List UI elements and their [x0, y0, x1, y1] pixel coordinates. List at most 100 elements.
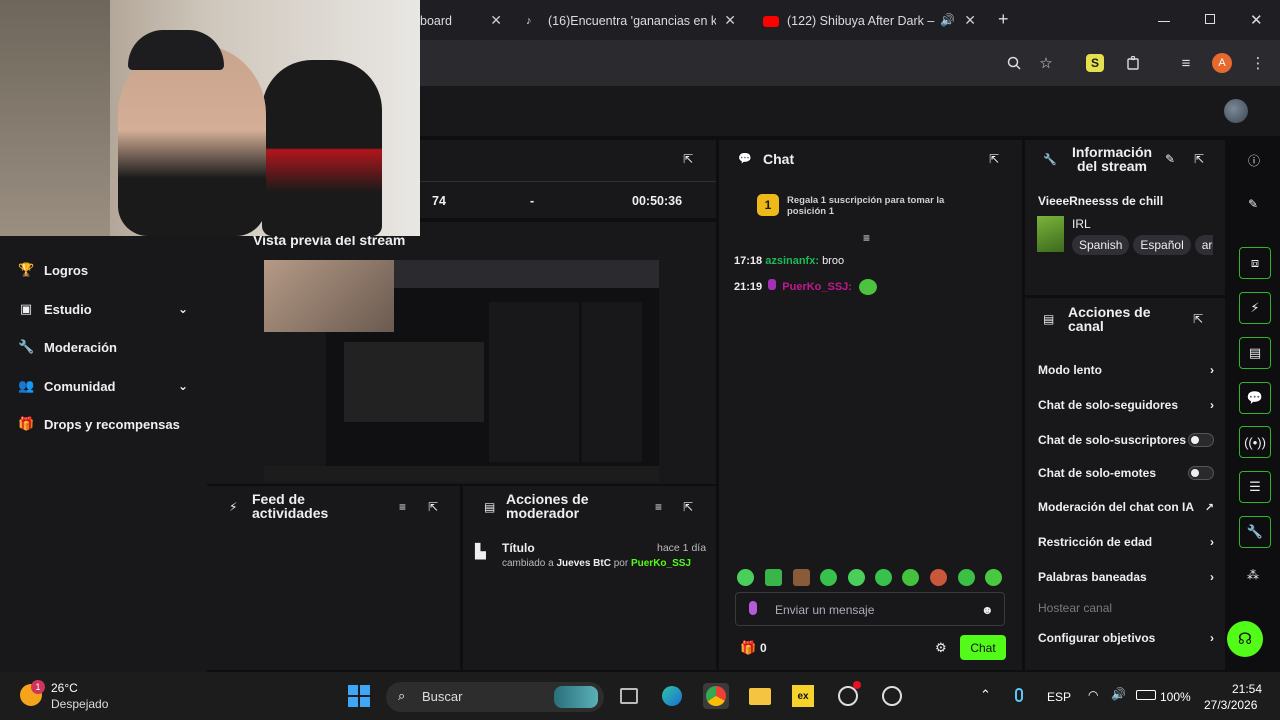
stream-info-title: Información del stream — [1071, 144, 1153, 174]
weather-text: Despejado — [51, 697, 109, 711]
mic-icon[interactable] — [749, 601, 757, 615]
rail-layout-button[interactable]: ☰ — [1239, 471, 1271, 503]
popout-icon[interactable]: ⇱ — [683, 500, 697, 514]
emote-icon[interactable] — [930, 569, 947, 586]
close-icon[interactable]: ✕ — [724, 12, 736, 29]
new-tab-button[interactable]: + — [998, 9, 1009, 30]
info-icon[interactable]: ⓘ — [1248, 152, 1260, 169]
file-explorer-icon[interactable] — [747, 683, 773, 709]
tag-chip[interactable]: Spanish — [1072, 235, 1130, 255]
windows-start-icon[interactable] — [346, 683, 372, 709]
gift-sub-text[interactable]: Regala 1 suscripción para tomar la posic… — [787, 195, 967, 217]
emote-icon[interactable] — [902, 569, 919, 586]
speaker-icon[interactable]: 🔊 — [940, 13, 955, 27]
emote-icon[interactable] — [848, 569, 865, 586]
close-icon[interactable]: ✕ — [490, 12, 502, 29]
support-button[interactable]: ☊ — [1227, 621, 1263, 657]
restore-icon[interactable] — [1205, 14, 1215, 24]
category-name[interactable]: IRL — [1072, 217, 1091, 231]
action-ai-moderation[interactable]: Moderación del chat con IA ↗ — [1038, 500, 1214, 514]
emote-icon[interactable] — [985, 569, 1002, 586]
rail-clipboard-button[interactable]: ▤ — [1239, 337, 1271, 369]
language-indicator[interactable]: ESP — [1047, 690, 1071, 704]
action-slow-mode[interactable]: Modo lento › — [1038, 363, 1214, 377]
puzzle-icon[interactable] — [1122, 52, 1144, 74]
close-window-icon[interactable]: ✕ — [1250, 11, 1263, 29]
profile-avatar[interactable]: A — [1212, 53, 1232, 73]
chat-send-button[interactable]: Chat — [960, 635, 1006, 660]
action-age-restriction[interactable]: Restricción de edad › — [1038, 535, 1214, 549]
pinned-chevron-icon[interactable]: ≡ — [863, 231, 870, 245]
edit-icon[interactable]: ✎ — [1165, 152, 1175, 166]
popout-icon[interactable]: ⇱ — [683, 152, 697, 166]
apps-icon[interactable]: ⁂ — [1247, 568, 1259, 582]
action-banned-words[interactable]: Palabras baneadas › — [1038, 570, 1214, 584]
sidebar-item-estudio[interactable]: ▣ Estudio ⌄ — [18, 301, 188, 317]
emote-icon[interactable] — [820, 569, 837, 586]
popout-icon[interactable]: ⇱ — [989, 152, 1003, 166]
filter-icon[interactable]: ≡ — [399, 500, 413, 514]
task-view-icon[interactable] — [616, 683, 642, 709]
category-thumbnail[interactable] — [1037, 216, 1064, 252]
exness-icon[interactable]: ex — [790, 683, 816, 709]
tag-chip[interactable]: arg — [1194, 235, 1213, 255]
tray-chevron-icon[interactable]: ⌃ — [980, 687, 991, 703]
zoom-icon[interactable] — [1003, 52, 1025, 74]
wifi-icon[interactable]: ◠ — [1088, 688, 1098, 702]
tab-youtube[interactable]: (122) Shibuya After Dark – l 🔊 ✕ — [758, 6, 990, 36]
sidebar-item-drops[interactable]: 🎁 Drops y recompensas — [18, 416, 208, 432]
tab-kick[interactable]: ♪ (16)Encuentra 'ganancias en kic ✕ — [520, 6, 750, 36]
rail-screen-button[interactable]: ⧈ — [1239, 247, 1271, 279]
tab-dashboard[interactable]: board ✕ — [420, 6, 510, 36]
emoji-icon[interactable]: ☻ — [981, 603, 994, 617]
rail-bolt-button[interactable]: ⚡ — [1239, 292, 1271, 324]
obs-icon[interactable] — [835, 681, 861, 709]
sidebar-item-moderacion[interactable]: 🔧 Moderación — [18, 339, 188, 355]
emote-icon[interactable] — [875, 569, 892, 586]
sidebar-item-comunidad[interactable]: 👥 Comunidad ⌄ — [18, 378, 188, 394]
rail-broadcast-button[interactable]: ((•)) — [1239, 426, 1271, 458]
sidebar-item-logros[interactable]: 🏆 Logros — [18, 262, 188, 278]
filter-icon[interactable]: ≡ — [655, 500, 669, 514]
clock-date[interactable]: 27/3/2026 — [1204, 698, 1257, 712]
rail-wrench-button[interactable]: 🔧 — [1239, 516, 1271, 548]
chat-username[interactable]: azsinanfx: — [765, 255, 819, 267]
subscribers-only-toggle[interactable] — [1188, 433, 1214, 447]
sidebar-item-label: Comunidad — [44, 378, 116, 394]
rail-chat-button[interactable]: 💬 — [1239, 382, 1271, 414]
minimize-icon[interactable] — [1158, 10, 1170, 22]
chevron-right-icon: › — [1210, 631, 1214, 645]
extension-icon[interactable]: S — [1086, 54, 1104, 72]
chat-input[interactable]: Enviar un mensaje — [775, 603, 874, 617]
edge-icon[interactable] — [659, 683, 685, 709]
chat-username[interactable]: PuerKo_SSJ: — [782, 281, 852, 293]
stream-preview-video[interactable] — [264, 260, 659, 482]
star-icon[interactable]: ☆ — [1035, 52, 1057, 74]
emote-icon[interactable] — [793, 569, 810, 586]
microphone-icon[interactable] — [1015, 688, 1023, 702]
tag-chip[interactable]: Español — [1133, 235, 1191, 255]
emote-icon[interactable] — [958, 569, 975, 586]
mod-entry-user[interactable]: PuerKo_SSJ — [631, 558, 691, 569]
battery-icon[interactable] — [1136, 690, 1156, 700]
popout-icon[interactable]: ⇱ — [1193, 312, 1207, 326]
volume-icon[interactable]: 🔊 — [1111, 687, 1126, 701]
taskbar-search[interactable]: ⌕ Buscar — [386, 682, 604, 712]
emotes-only-toggle[interactable] — [1188, 466, 1214, 480]
menu-icon[interactable]: ⋮ — [1247, 52, 1269, 74]
pencil-icon[interactable]: ✎ — [1248, 197, 1258, 211]
action-followers-only[interactable]: Chat de solo-seguidores › — [1038, 398, 1214, 412]
gear-icon[interactable]: ⚙ — [935, 640, 947, 656]
emote-icon[interactable] — [765, 569, 782, 586]
close-icon[interactable]: ✕ — [964, 12, 976, 29]
action-goals[interactable]: Configurar objetivos › — [1038, 631, 1214, 645]
user-avatar[interactable] — [1224, 99, 1248, 123]
popout-icon[interactable]: ⇱ — [428, 500, 442, 514]
chrome-icon[interactable] — [703, 683, 729, 709]
popout-icon[interactable]: ⇱ — [1194, 152, 1208, 166]
emote-icon[interactable] — [737, 569, 754, 586]
media-control-icon[interactable]: ≡ — [1175, 52, 1197, 74]
webcam-app-icon[interactable] — [879, 683, 905, 709]
clock-time[interactable]: 21:54 — [1232, 682, 1262, 696]
points-icon[interactable]: 🎁 — [740, 640, 756, 656]
